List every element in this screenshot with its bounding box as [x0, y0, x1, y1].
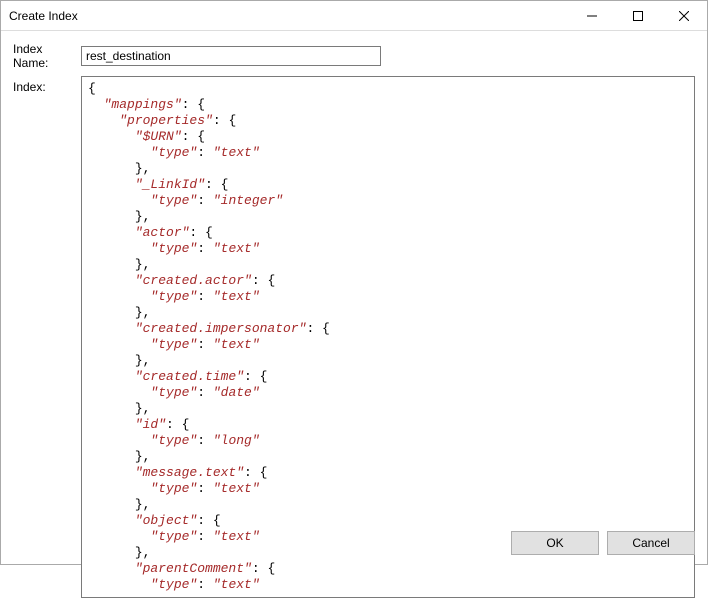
- index-row: Index: { "mappings": { "properties": { "…: [13, 76, 695, 598]
- maximize-button[interactable]: [615, 1, 661, 31]
- minimize-button[interactable]: [569, 1, 615, 31]
- titlebar[interactable]: Create Index: [1, 1, 707, 31]
- index-name-label: Index Name:: [13, 41, 81, 70]
- cancel-button[interactable]: Cancel: [607, 531, 695, 555]
- index-json-textarea[interactable]: { "mappings": { "properties": { "$URN": …: [81, 76, 695, 598]
- index-label: Index:: [13, 76, 81, 94]
- close-button[interactable]: [661, 1, 707, 31]
- window-title: Create Index: [9, 9, 569, 23]
- ok-button[interactable]: OK: [511, 531, 599, 555]
- index-name-row: Index Name:: [13, 41, 695, 70]
- dialog-content: Index Name: Index: { "mappings": { "prop…: [1, 31, 707, 522]
- index-name-input[interactable]: [81, 46, 381, 66]
